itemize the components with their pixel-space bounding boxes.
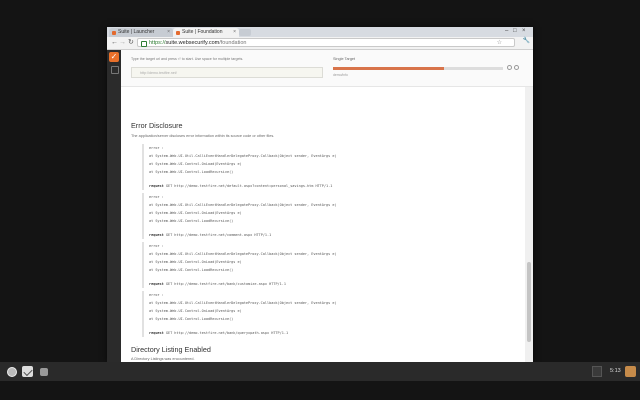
scan-progress-fill [333, 67, 444, 70]
forward-icon[interactable]: → [119, 38, 126, 48]
error-line: at System.Web.UI.Control.OnLoad(EventArg… [149, 162, 242, 166]
back-icon[interactable]: ← [111, 38, 118, 48]
url-scheme: https:// [149, 40, 166, 46]
single-target-label: Single Target [333, 57, 356, 61]
error-line: at System.Web.UI.Control.OnLoad(EventArg… [149, 309, 242, 313]
suite-favicon [176, 30, 180, 35]
error-entry: error : at System.Web.UI.Util.CalliEvent… [142, 144, 502, 190]
reload-icon[interactable]: ↻ [128, 38, 134, 48]
browser-window: Suite | Launcher × Suite | Foundation × … [107, 27, 533, 362]
wrench-menu-icon[interactable]: 🔧 [523, 37, 530, 44]
request-value[interactable]: GET http://demo.testfire.net/bank/custom… [166, 282, 286, 286]
suite-favicon [112, 30, 116, 35]
new-tab-button[interactable] [239, 29, 251, 36]
section-description: A Directory Listings was encountered. [131, 357, 195, 361]
tray-status-icon[interactable] [592, 366, 602, 377]
left-nav: ✓ [107, 50, 121, 362]
tab-launcher[interactable]: Suite | Launcher × [109, 28, 173, 37]
error-line: at System.Web.UI.Util.CalliEventHandlerD… [149, 252, 337, 256]
address-bar[interactable]: https://suite.websecurify.com/foundation… [137, 38, 515, 47]
scrollbar-thumb[interactable] [527, 262, 531, 342]
progress-subtext: demo/info [333, 73, 348, 77]
request-label: request [149, 282, 164, 286]
tab-label: Suite | Foundation [182, 29, 223, 35]
request-line: request GET http://demo.testfire.net/com… [149, 231, 502, 239]
request-value[interactable]: GET http://demo.testfire.net/default.asp… [166, 184, 332, 188]
browser-toolbar: ← → ↻ https://suite.websecurify.com/foun… [107, 37, 533, 50]
tab-strip: Suite | Launcher × Suite | Foundation × … [107, 27, 533, 37]
tab-close-icon[interactable]: × [167, 28, 170, 37]
request-line: request GET http://demo.testfire.net/ban… [149, 280, 502, 288]
error-line: error : [149, 244, 164, 248]
request-value[interactable]: GET http://demo.testfire.net/comment.asp… [166, 233, 271, 237]
scan-progress-bar [333, 67, 503, 70]
section-title: Directory Listing Enabled [131, 345, 211, 354]
error-line: error : [149, 146, 164, 150]
close-window-icon[interactable]: × [522, 28, 526, 34]
tab-label: Suite | Launcher [118, 29, 155, 35]
target-input[interactable]: http://demo.testfire.net/ [131, 67, 323, 78]
target-bar: Type the target url and press ⏎ to start… [121, 50, 533, 87]
request-line: request GET http://demo.testfire.net/def… [149, 182, 502, 190]
error-line: at System.Web.UI.Control.LoadRecursive() [149, 219, 234, 223]
error-line: at System.Web.UI.Control.LoadRecursive() [149, 268, 234, 272]
error-line: at System.Web.UI.Control.OnLoad(EventArg… [149, 211, 242, 215]
stop-icon[interactable] [514, 65, 519, 70]
section-title: Error Disclosure [131, 121, 183, 130]
error-line: at System.Web.UI.Util.CalliEventHandlerD… [149, 203, 337, 207]
error-line: error : [149, 293, 164, 297]
error-line: at System.Web.UI.Control.OnLoad(EventArg… [149, 260, 242, 264]
tab-foundation[interactable]: Suite | Foundation × [173, 28, 239, 37]
minimize-icon[interactable]: – [505, 28, 508, 34]
error-line: at System.Web.UI.Util.CalliEventHandlerD… [149, 301, 337, 305]
avatar[interactable] [625, 366, 636, 377]
error-line: at System.Web.UI.Control.LoadRecursive() [149, 170, 234, 174]
request-label: request [149, 184, 164, 188]
error-entry: error : at System.Web.UI.Util.CalliEvent… [142, 193, 502, 239]
error-line: error : [149, 195, 164, 199]
report-content: Error Disclosure The application/server … [121, 87, 525, 362]
lock-icon [141, 40, 147, 47]
nav-item-icon[interactable] [111, 66, 119, 74]
window-app-icon[interactable] [40, 368, 48, 376]
pause-icon[interactable] [507, 65, 512, 70]
desktop-background: Suite | Launcher × Suite | Foundation × … [0, 0, 640, 400]
error-line: at System.Web.UI.Control.LoadRecursive() [149, 317, 234, 321]
url-host: suite.websecurify.com [165, 40, 220, 46]
target-hint: Type the target url and press ⏎ to start… [131, 57, 244, 61]
request-line: request GET http://demo.testfire.net/ban… [149, 329, 502, 337]
app-launcher-icon[interactable] [7, 367, 17, 377]
error-line: at System.Web.UI.Util.CalliEventHandlerD… [149, 154, 337, 158]
os-shelf: 5:13 [0, 362, 640, 381]
suite-logo[interactable]: ✓ [109, 52, 119, 62]
scrollbar[interactable] [525, 87, 533, 362]
request-label: request [149, 331, 164, 335]
tab-close-icon[interactable]: × [233, 28, 236, 37]
bookmark-star-icon[interactable]: ☆ [497, 39, 502, 48]
request-value[interactable]: GET http://demo.testfire.net/bank/queryx… [166, 331, 288, 335]
maximize-icon[interactable]: □ [513, 28, 517, 34]
suite-app: ✓ Type the target url and press ⏎ to sta… [107, 50, 533, 362]
section-description: The application/server discloses error i… [131, 134, 275, 138]
clock[interactable]: 5:13 [610, 366, 621, 377]
suite-app-icon[interactable] [22, 366, 33, 377]
request-label: request [149, 233, 164, 237]
error-entry: error : at System.Web.UI.Util.CalliEvent… [142, 291, 502, 337]
error-entry: error : at System.Web.UI.Util.CalliEvent… [142, 242, 502, 288]
url-path: /foundation [219, 40, 247, 46]
